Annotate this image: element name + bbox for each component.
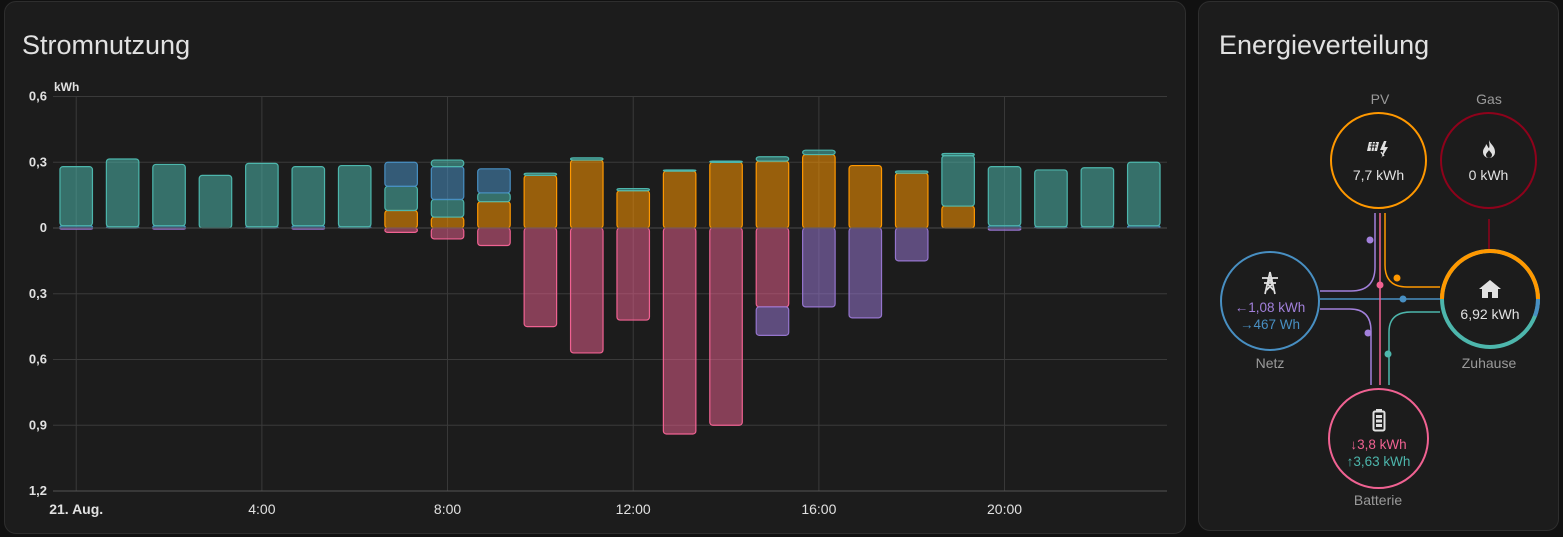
x-tick-label: 8:00 — [434, 501, 461, 517]
bar-segment-to_battery — [384, 227, 418, 233]
bar-segment-battery_in — [337, 164, 372, 228]
bar-segment-battery_in — [477, 192, 511, 203]
bar-segment-solar — [477, 201, 511, 229]
bar-segment-to_grid — [894, 227, 929, 262]
bar-segment-battery_in — [152, 163, 186, 227]
bar-segment-battery_in — [802, 149, 836, 156]
bar-segment-solar — [802, 153, 836, 229]
bar-segment-to_grid — [802, 227, 836, 308]
transmission-tower-icon — [1262, 271, 1278, 294]
gas-node[interactable]: 0 kWh — [1440, 112, 1537, 209]
bar-segment-grid_from_battery — [384, 161, 418, 187]
x-tick-label: 16:00 — [801, 501, 836, 517]
bar-segment-battery_in — [987, 166, 1022, 227]
energy-usage-card: Stromnutzung 0,6 0,3 0 0,3 0,6 0,9 1,2 kWh 21. A… — [4, 1, 1186, 534]
bar-segment-battery_in — [894, 170, 929, 174]
y-tick-label: 0,9 — [29, 417, 47, 432]
battery-charge: ↑3,63 kWh — [1346, 454, 1411, 469]
bar-segment-solar — [941, 205, 975, 229]
bar-segment-solar — [662, 170, 697, 229]
x-tick-label: 4:00 — [248, 501, 275, 517]
bar-segment-to_battery — [569, 227, 604, 354]
bar-segment-grid_from_battery — [430, 166, 465, 201]
bar-segment-to_grid — [755, 306, 790, 336]
pv-value: 7,7 kWh — [1352, 167, 1405, 183]
y-tick-label: 0,6 — [29, 352, 47, 367]
home-value: 6,92 kWh — [1460, 305, 1520, 322]
y-axis-unit: kWh — [54, 80, 79, 94]
bar-segment-battery_in — [291, 166, 326, 227]
bar-segment-battery_in — [245, 162, 279, 228]
bar-segment-solar — [755, 160, 790, 229]
arrow-left-icon: ← — [1234, 299, 1249, 315]
gas-value: 0 kWh — [1468, 167, 1509, 183]
home-label: Zuhause — [1461, 355, 1517, 371]
bar-segment-battery_in — [662, 169, 697, 172]
bar-segment-to_battery — [523, 227, 558, 328]
bar-segment-to_battery — [616, 227, 651, 321]
bar-segment-to_grid — [848, 227, 883, 319]
bar-segment-solar — [430, 216, 465, 229]
bar-segment-solar — [848, 164, 883, 229]
bar-segment-battery_in — [384, 185, 418, 212]
pv-label: PV — [1370, 91, 1390, 107]
bar-segment-battery_in — [1126, 161, 1161, 227]
energy-usage-chart[interactable]: 0,6 0,3 0 0,3 0,6 0,9 1,2 kWh 21. Aug. 4:00 8:00 12… — [5, 2, 1185, 533]
battery-label: Batterie — [1353, 492, 1403, 508]
bar-segment-to_battery — [662, 227, 697, 435]
bar-segment-battery_in — [198, 174, 233, 229]
arrow-right-icon: → — [1239, 316, 1254, 332]
bar-segment-battery_in — [941, 155, 975, 207]
x-tick-label: 21. Aug. — [49, 501, 103, 517]
home-node[interactable]: 6,92 kWh — [1444, 255, 1536, 343]
bar-segment-solar_to_battery — [430, 159, 465, 168]
bar-segment-battery_in — [709, 160, 743, 163]
fire-icon — [1482, 140, 1495, 158]
pv-node[interactable]: 7,7 kWh — [1330, 112, 1427, 209]
bar-segment-battery_in — [1080, 167, 1115, 228]
bar-segment-grid_from_battery — [477, 168, 511, 194]
home-icon — [1479, 279, 1501, 298]
bar-segment-to_battery — [430, 227, 465, 240]
bar-segment-solar — [523, 174, 558, 229]
grid-consumption: ←1,08 kWh — [1234, 299, 1306, 315]
bar-segment-battery_in — [105, 158, 140, 228]
bar-segment-to_battery — [477, 227, 511, 247]
bar-segment-battery_in — [755, 156, 790, 162]
bar-segment-battery_in — [616, 187, 651, 192]
battery-icon — [1372, 409, 1385, 432]
y-tick-label: 0,3 — [29, 286, 47, 301]
y-tick-label: 0,6 — [29, 89, 47, 104]
bar-segment-battery_in — [1034, 169, 1068, 228]
y-tick-label: 0,3 — [29, 154, 47, 169]
solar-panel-icon — [1366, 141, 1388, 158]
x-tick-label: 20:00 — [987, 501, 1022, 517]
y-tick-label: 1,2 — [29, 483, 47, 498]
energy-distribution-card: Energieverteilung PV 7,7 kWh Gas 0 kWh ←… — [1198, 1, 1559, 531]
bar-segment-solar — [569, 159, 604, 229]
x-tick-label: 12:00 — [616, 501, 651, 517]
grid-return: →467 Wh — [1239, 316, 1301, 332]
bar-segment-battery_in — [569, 157, 604, 161]
battery-node[interactable]: ↓3,8 kWh ↑3,63 kWh — [1328, 388, 1429, 489]
bar-segment-solar — [616, 190, 651, 229]
grid-node[interactable]: ←1,08 kWh →467 Wh — [1220, 251, 1320, 351]
bar-segment-solar — [894, 172, 929, 229]
battery-discharge: ↓3,8 kWh — [1350, 437, 1407, 452]
bar-segment-to_battery — [709, 227, 743, 426]
bar-segment-to_battery — [755, 227, 790, 308]
gas-label: Gas — [1476, 91, 1502, 107]
bar-segment-solar — [709, 161, 743, 229]
bar-segment-battery_in — [430, 198, 465, 218]
bar-segment-battery_in — [523, 172, 558, 176]
bar-segment-battery_in — [59, 166, 94, 227]
y-tick-label: 0 — [40, 220, 47, 235]
grid-label: Netz — [1255, 355, 1285, 371]
bar-segment-solar — [384, 209, 418, 229]
bar-segment-solar_to_battery — [941, 152, 975, 157]
